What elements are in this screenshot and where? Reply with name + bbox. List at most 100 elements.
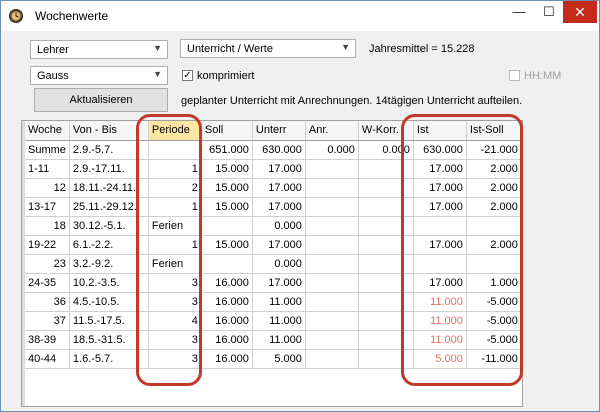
table-row[interactable]: 13-17 25.11.-29.12. 1 15.000 17.000 17.000 2.0… <box>25 197 522 217</box>
cell-ist-soll[interactable]: 2.000 <box>466 235 522 255</box>
cell-soll[interactable]: 16.000 <box>201 273 253 293</box>
cell-ist-soll[interactable] <box>466 216 522 236</box>
table-row[interactable]: 1-11 2.9.-17.11. 1 15.000 17.000 17.000 2.000 <box>25 159 522 179</box>
cell-w-korr[interactable] <box>358 159 414 179</box>
cell-woche[interactable]: 36 <box>25 292 70 312</box>
cell-woche[interactable]: 12 <box>25 178 70 198</box>
weekly-values-table[interactable]: Woche Von - Bis Periode Soll Unterr Anr. W-Kor… <box>21 120 523 407</box>
table-row[interactable]: Summe 2.9.-5.7. 651.000 630.000 0.000 0.000 63… <box>25 140 522 160</box>
cell-ist-soll[interactable] <box>466 254 522 274</box>
table-row[interactable]: 36 4.5.-10.5. 3 16.000 11.000 11.000 -5.000 <box>25 292 522 312</box>
cell-anr[interactable] <box>305 349 359 369</box>
cell-w-korr[interactable]: 0.000 <box>358 140 414 160</box>
cell-unterr[interactable]: 17.000 <box>252 197 306 217</box>
cell-periode[interactable]: 3 <box>148 330 202 350</box>
cell-ist-soll[interactable]: 2.000 <box>466 159 522 179</box>
cell-ist-soll[interactable]: -5.000 <box>466 292 522 312</box>
column-header-w-korr[interactable]: W-Korr. <box>358 121 414 141</box>
cell-anr[interactable] <box>305 235 359 255</box>
cell-anr[interactable]: 0.000 <box>305 140 359 160</box>
cell-unterr[interactable]: 11.000 <box>252 311 306 331</box>
cell-ist[interactable]: 11.000 <box>413 311 467 331</box>
cell-von-bis[interactable]: 1.6.-5.7. <box>69 349 149 369</box>
cell-von-bis[interactable]: 18.11.-24.11. <box>69 178 149 198</box>
table-row[interactable]: 23 3.2.-9.2. Ferien 0.000 <box>25 254 522 274</box>
refresh-button[interactable]: Aktualisieren <box>34 88 168 112</box>
cell-anr[interactable] <box>305 159 359 179</box>
cell-anr[interactable] <box>305 330 359 350</box>
cell-periode[interactable]: 3 <box>148 273 202 293</box>
teacher-select[interactable]: Lehrer ▼ <box>30 40 168 59</box>
cell-soll[interactable]: 651.000 <box>201 140 253 160</box>
cell-soll[interactable]: 16.000 <box>201 292 253 312</box>
cell-ist[interactable] <box>413 254 467 274</box>
cell-ist[interactable]: 17.000 <box>413 197 467 217</box>
cell-unterr[interactable]: 11.000 <box>252 330 306 350</box>
cell-periode[interactable]: Ferien <box>148 216 202 236</box>
cell-w-korr[interactable] <box>358 292 414 312</box>
table-row[interactable]: 38-39 18.5.-31.5. 3 16.000 11.000 11.000 -5.00… <box>25 330 522 350</box>
mode-select[interactable]: Unterricht / Werte ▼ <box>180 39 356 58</box>
cell-periode[interactable]: 1 <box>148 197 202 217</box>
cell-von-bis[interactable]: 10.2.-3.5. <box>69 273 149 293</box>
cell-periode[interactable]: 3 <box>148 292 202 312</box>
cell-soll[interactable]: 15.000 <box>201 197 253 217</box>
cell-ist[interactable]: 630.000 <box>413 140 467 160</box>
cell-von-bis[interactable]: 2.9.-17.11. <box>69 159 149 179</box>
column-header-soll[interactable]: Soll <box>201 121 253 141</box>
cell-soll[interactable]: 16.000 <box>201 311 253 331</box>
cell-soll[interactable] <box>201 216 253 236</box>
cell-w-korr[interactable] <box>358 254 414 274</box>
maximize-button[interactable]: ☐ <box>533 1 565 23</box>
cell-unterr[interactable]: 11.000 <box>252 292 306 312</box>
cell-unterr[interactable]: 17.000 <box>252 178 306 198</box>
cell-periode[interactable] <box>148 140 202 160</box>
cell-von-bis[interactable]: 2.9.-5.7. <box>69 140 149 160</box>
cell-unterr[interactable]: 0.000 <box>252 254 306 274</box>
cell-unterr[interactable]: 17.000 <box>252 273 306 293</box>
cell-ist-soll[interactable]: 2.000 <box>466 178 522 198</box>
cell-unterr[interactable]: 630.000 <box>252 140 306 160</box>
cell-von-bis[interactable]: 3.2.-9.2. <box>69 254 149 274</box>
cell-w-korr[interactable] <box>358 273 414 293</box>
cell-woche[interactable]: Summe <box>25 140 70 160</box>
cell-anr[interactable] <box>305 292 359 312</box>
cell-von-bis[interactable]: 18.5.-31.5. <box>69 330 149 350</box>
cell-soll[interactable]: 15.000 <box>201 159 253 179</box>
cell-woche[interactable]: 23 <box>25 254 70 274</box>
cell-periode[interactable]: 2 <box>148 178 202 198</box>
cell-anr[interactable] <box>305 197 359 217</box>
cell-ist[interactable]: 17.000 <box>413 235 467 255</box>
cell-woche[interactable]: 13-17 <box>25 197 70 217</box>
cell-periode[interactable]: 3 <box>148 349 202 369</box>
cell-ist[interactable]: 5.000 <box>413 349 467 369</box>
cell-unterr[interactable]: 0.000 <box>252 216 306 236</box>
table-row[interactable]: 37 11.5.-17.5. 4 16.000 11.000 11.000 -5.000 <box>25 311 522 331</box>
close-button[interactable]: ✕ <box>563 1 597 23</box>
table-row[interactable]: 12 18.11.-24.11. 2 15.000 17.000 17.000 2.000 <box>25 178 522 198</box>
cell-ist[interactable]: 11.000 <box>413 292 467 312</box>
cell-unterr[interactable]: 17.000 <box>252 235 306 255</box>
cell-woche[interactable]: 18 <box>25 216 70 236</box>
table-row[interactable]: 40-44 1.6.-5.7. 3 16.000 5.000 5.000 -11.000 <box>25 349 522 369</box>
cell-woche[interactable]: 24-35 <box>25 273 70 293</box>
cell-soll[interactable]: 15.000 <box>201 235 253 255</box>
column-header-anr[interactable]: Anr. <box>305 121 359 141</box>
cell-woche[interactable]: 1-11 <box>25 159 70 179</box>
column-header-ist[interactable]: Ist <box>413 121 467 141</box>
cell-unterr[interactable]: 17.000 <box>252 159 306 179</box>
column-header-von-bis[interactable]: Von - Bis <box>69 121 149 141</box>
compressed-checkbox[interactable]: ✓ <box>182 70 193 81</box>
cell-w-korr[interactable] <box>358 311 414 331</box>
cell-anr[interactable] <box>305 311 359 331</box>
cell-ist-soll[interactable]: -21.000 <box>466 140 522 160</box>
cell-soll[interactable]: 16.000 <box>201 349 253 369</box>
cell-woche[interactable]: 19-22 <box>25 235 70 255</box>
column-header-periode[interactable]: Periode <box>148 121 202 141</box>
cell-ist[interactable]: 17.000 <box>413 178 467 198</box>
title-bar[interactable]: Wochenwerte — ☐ ✕ <box>1 1 599 31</box>
minimize-button[interactable]: — <box>503 1 535 23</box>
cell-ist-soll[interactable]: 2.000 <box>466 197 522 217</box>
cell-ist[interactable] <box>413 216 467 236</box>
cell-von-bis[interactable]: 25.11.-29.12. <box>69 197 149 217</box>
